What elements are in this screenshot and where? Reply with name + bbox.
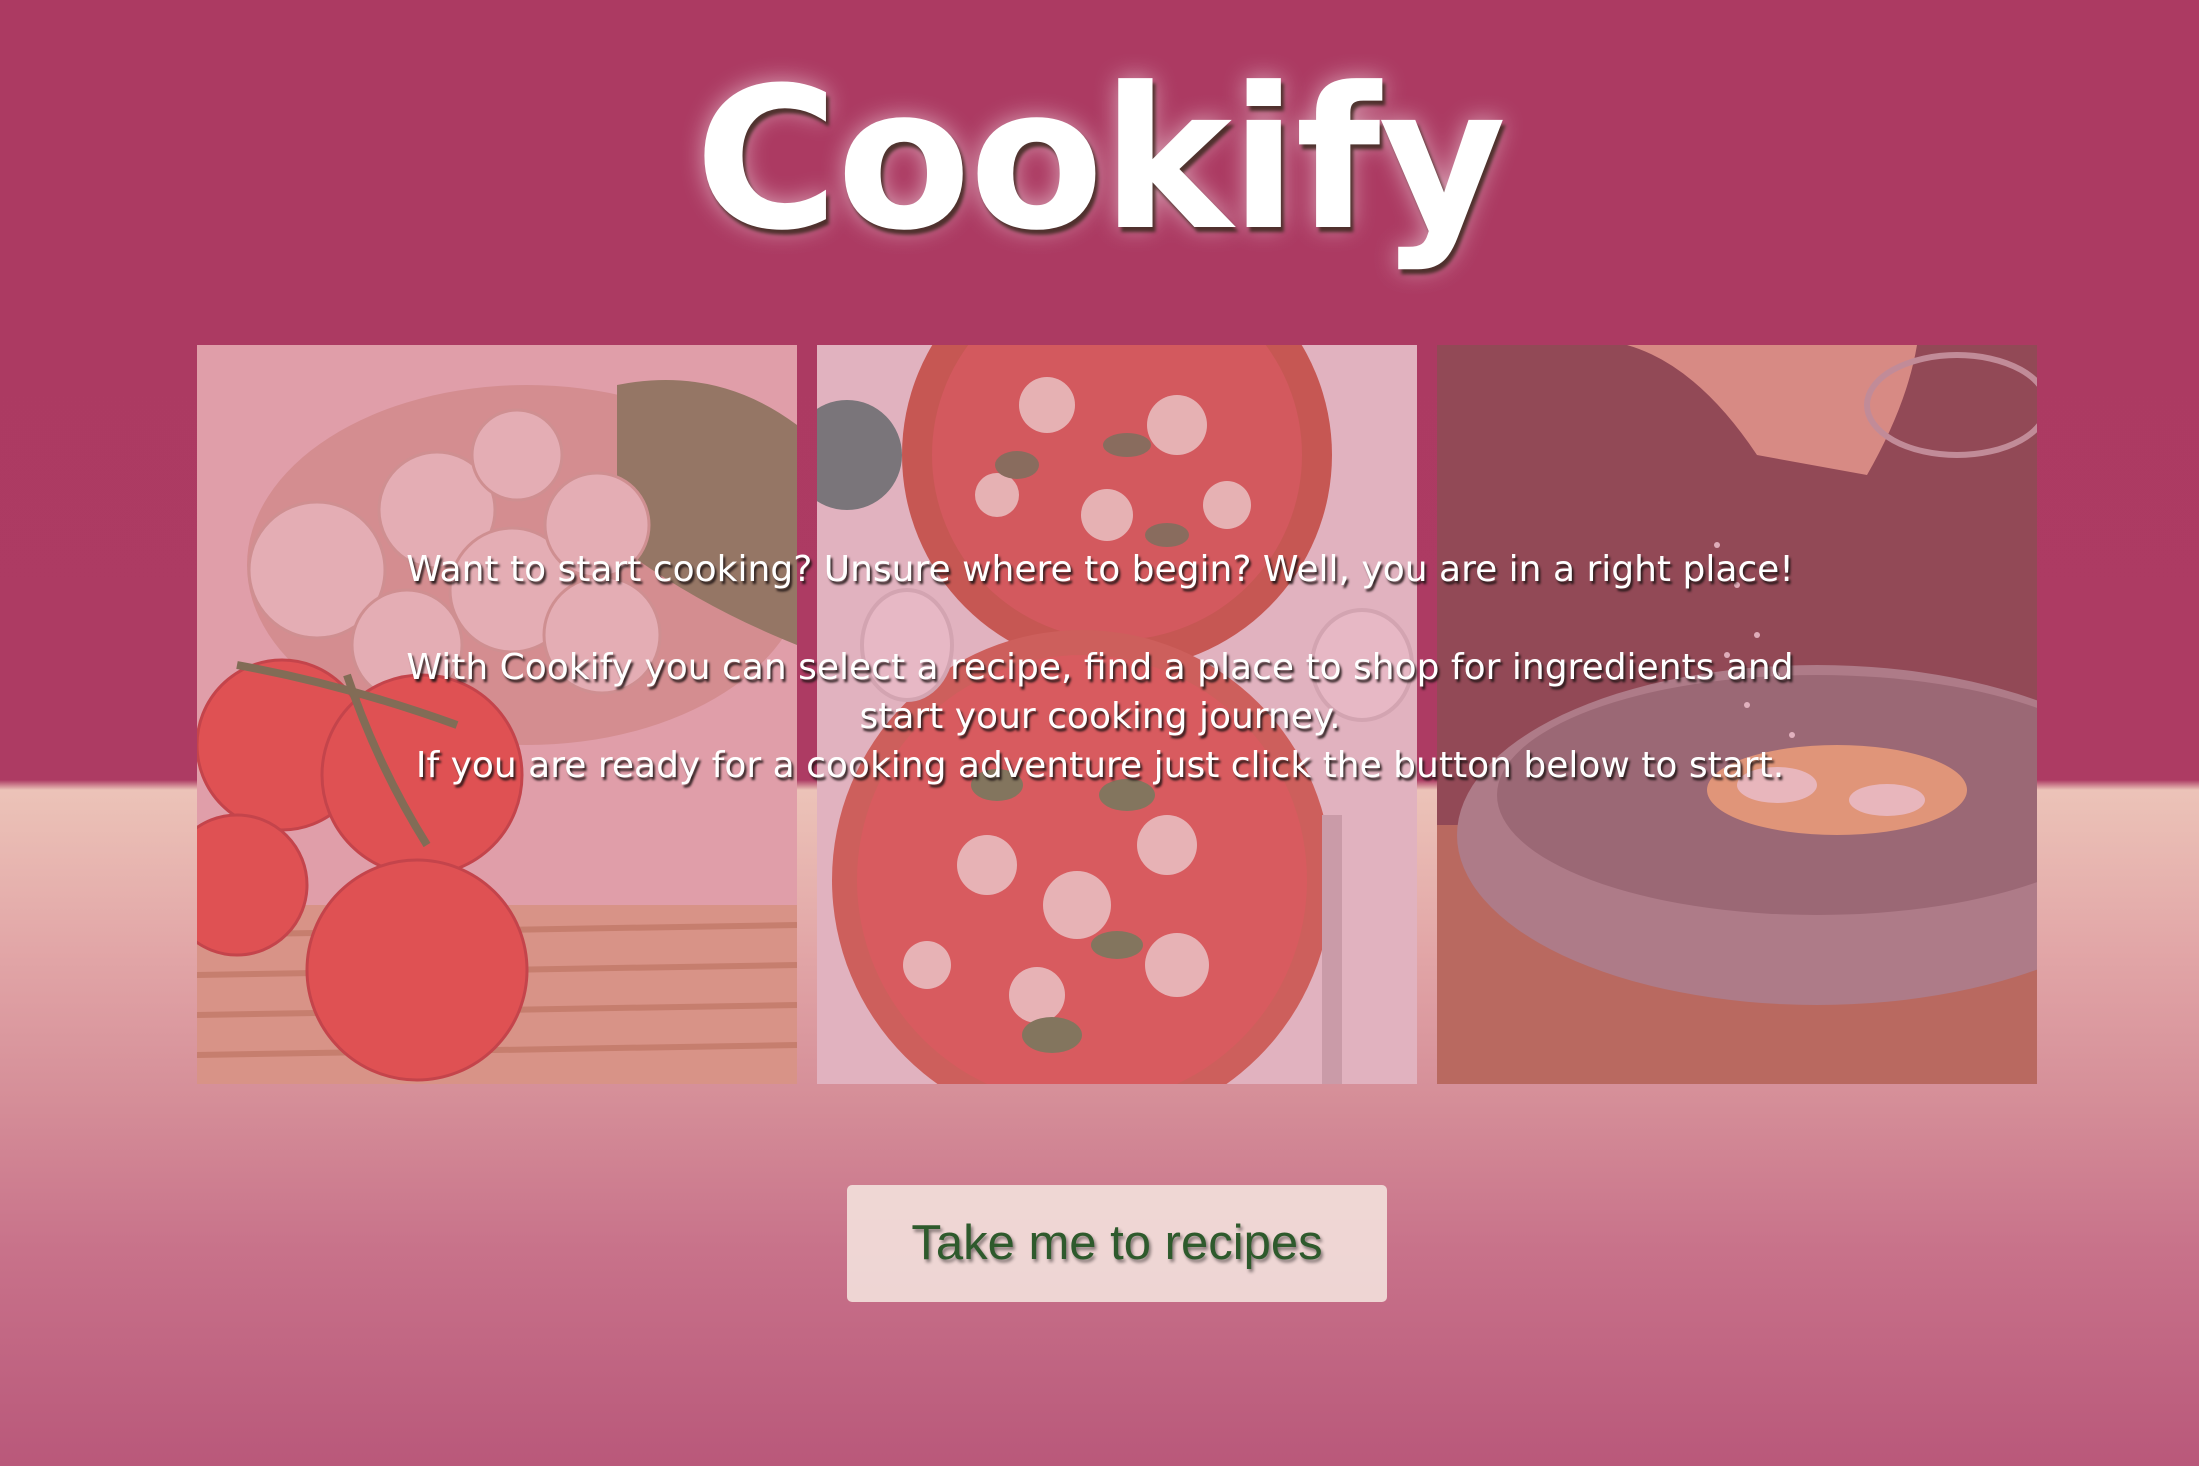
intro-paragraph-2: With Cookify you can select a recipe, fi… (406, 647, 1794, 737)
intro-paragraph-1: Want to start cooking? Unsure where to b… (406, 549, 1794, 590)
site-title: Cookify (694, 46, 1507, 274)
intro-text: Want to start cooking? Unsure where to b… (395, 545, 1805, 790)
intro-paragraph-3: If you are ready for a cooking adventure… (415, 745, 1785, 786)
recipes-button[interactable]: Take me to recipes (847, 1185, 1387, 1302)
